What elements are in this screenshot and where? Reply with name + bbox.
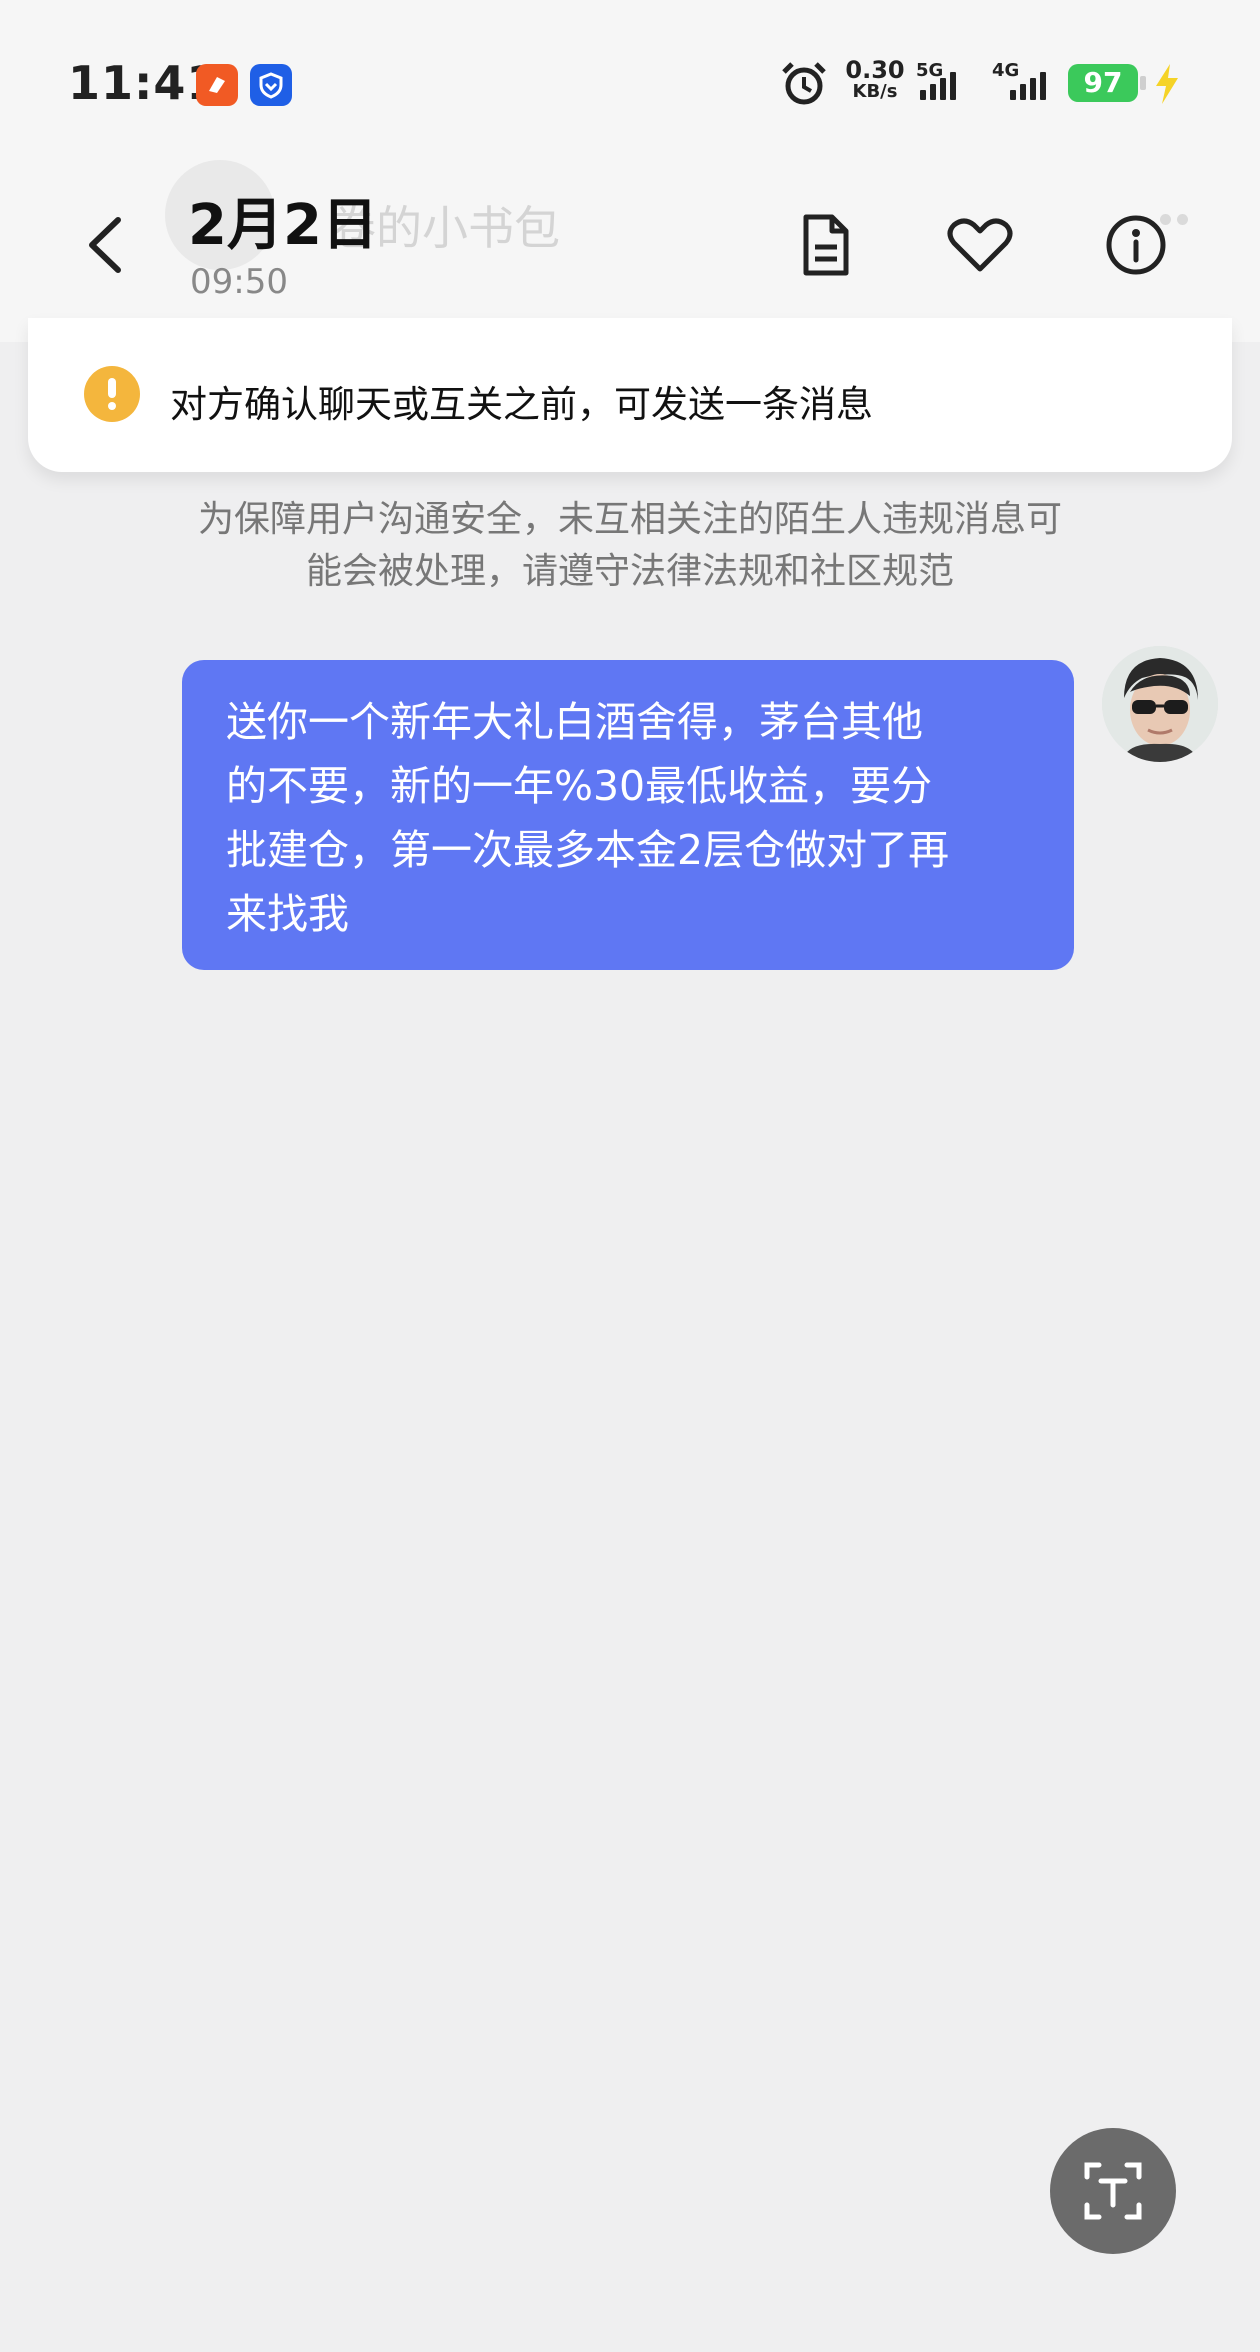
text-scan-icon xyxy=(1084,2162,1142,2220)
message-line: 来找我 xyxy=(226,890,349,938)
message-text: 送你一个新年大礼白酒舍得，茅台其他 的不要，新的一年%30最低收益，要分 批建仓… xyxy=(226,690,1056,946)
alarm-icon xyxy=(782,62,826,105)
header-time: 09:50 xyxy=(190,262,288,302)
security-shield-icon xyxy=(250,64,292,106)
message-line: 的不要，新的一年%30最低收益，要分 xyxy=(226,762,933,810)
status-bar: 11:41 0.30 KB/s 5G 4G 97 xyxy=(0,0,1260,170)
message-line: 批建仓，第一次最多本金2层仓做对了再 xyxy=(226,826,950,874)
net-speed: 0.30 KB/s xyxy=(845,58,905,102)
safety-tip: 为保障用户沟通安全，未互相关注的陌生人违规消息可 能会被处理，请遵守法律法规和社… xyxy=(140,494,1120,598)
app-notification-icon xyxy=(196,64,238,106)
battery-icon: 97 xyxy=(1068,64,1138,102)
battery-tip xyxy=(1140,76,1146,90)
document-icon[interactable] xyxy=(786,205,866,285)
warning-icon xyxy=(84,366,140,422)
safety-tip-line-2: 能会被处理，请遵守法律法规和社区规范 xyxy=(305,551,954,592)
info-icon[interactable] xyxy=(1096,205,1176,285)
heart-icon[interactable] xyxy=(940,205,1020,285)
avatar[interactable] xyxy=(1102,646,1218,762)
safety-tip-line-1: 为保障用户沟通安全，未互相关注的陌生人违规消息可 xyxy=(197,499,1062,540)
net-speed-value: 0.30 xyxy=(845,56,905,84)
back-arrow-icon[interactable] xyxy=(70,200,136,290)
net-speed-unit: KB/s xyxy=(852,81,898,102)
page-title: 2月2日 xyxy=(188,193,378,258)
notice-text: 对方确认聊天或互关之前，可发送一条消息 xyxy=(170,383,873,426)
message-line: 送你一个新年大礼白酒舍得，茅台其他 xyxy=(226,698,923,746)
text-scan-button[interactable] xyxy=(1050,2128,1176,2254)
signal-icon-2 xyxy=(1010,72,1050,100)
signal-icon xyxy=(920,72,960,100)
charging-bolt-icon xyxy=(1156,64,1178,104)
